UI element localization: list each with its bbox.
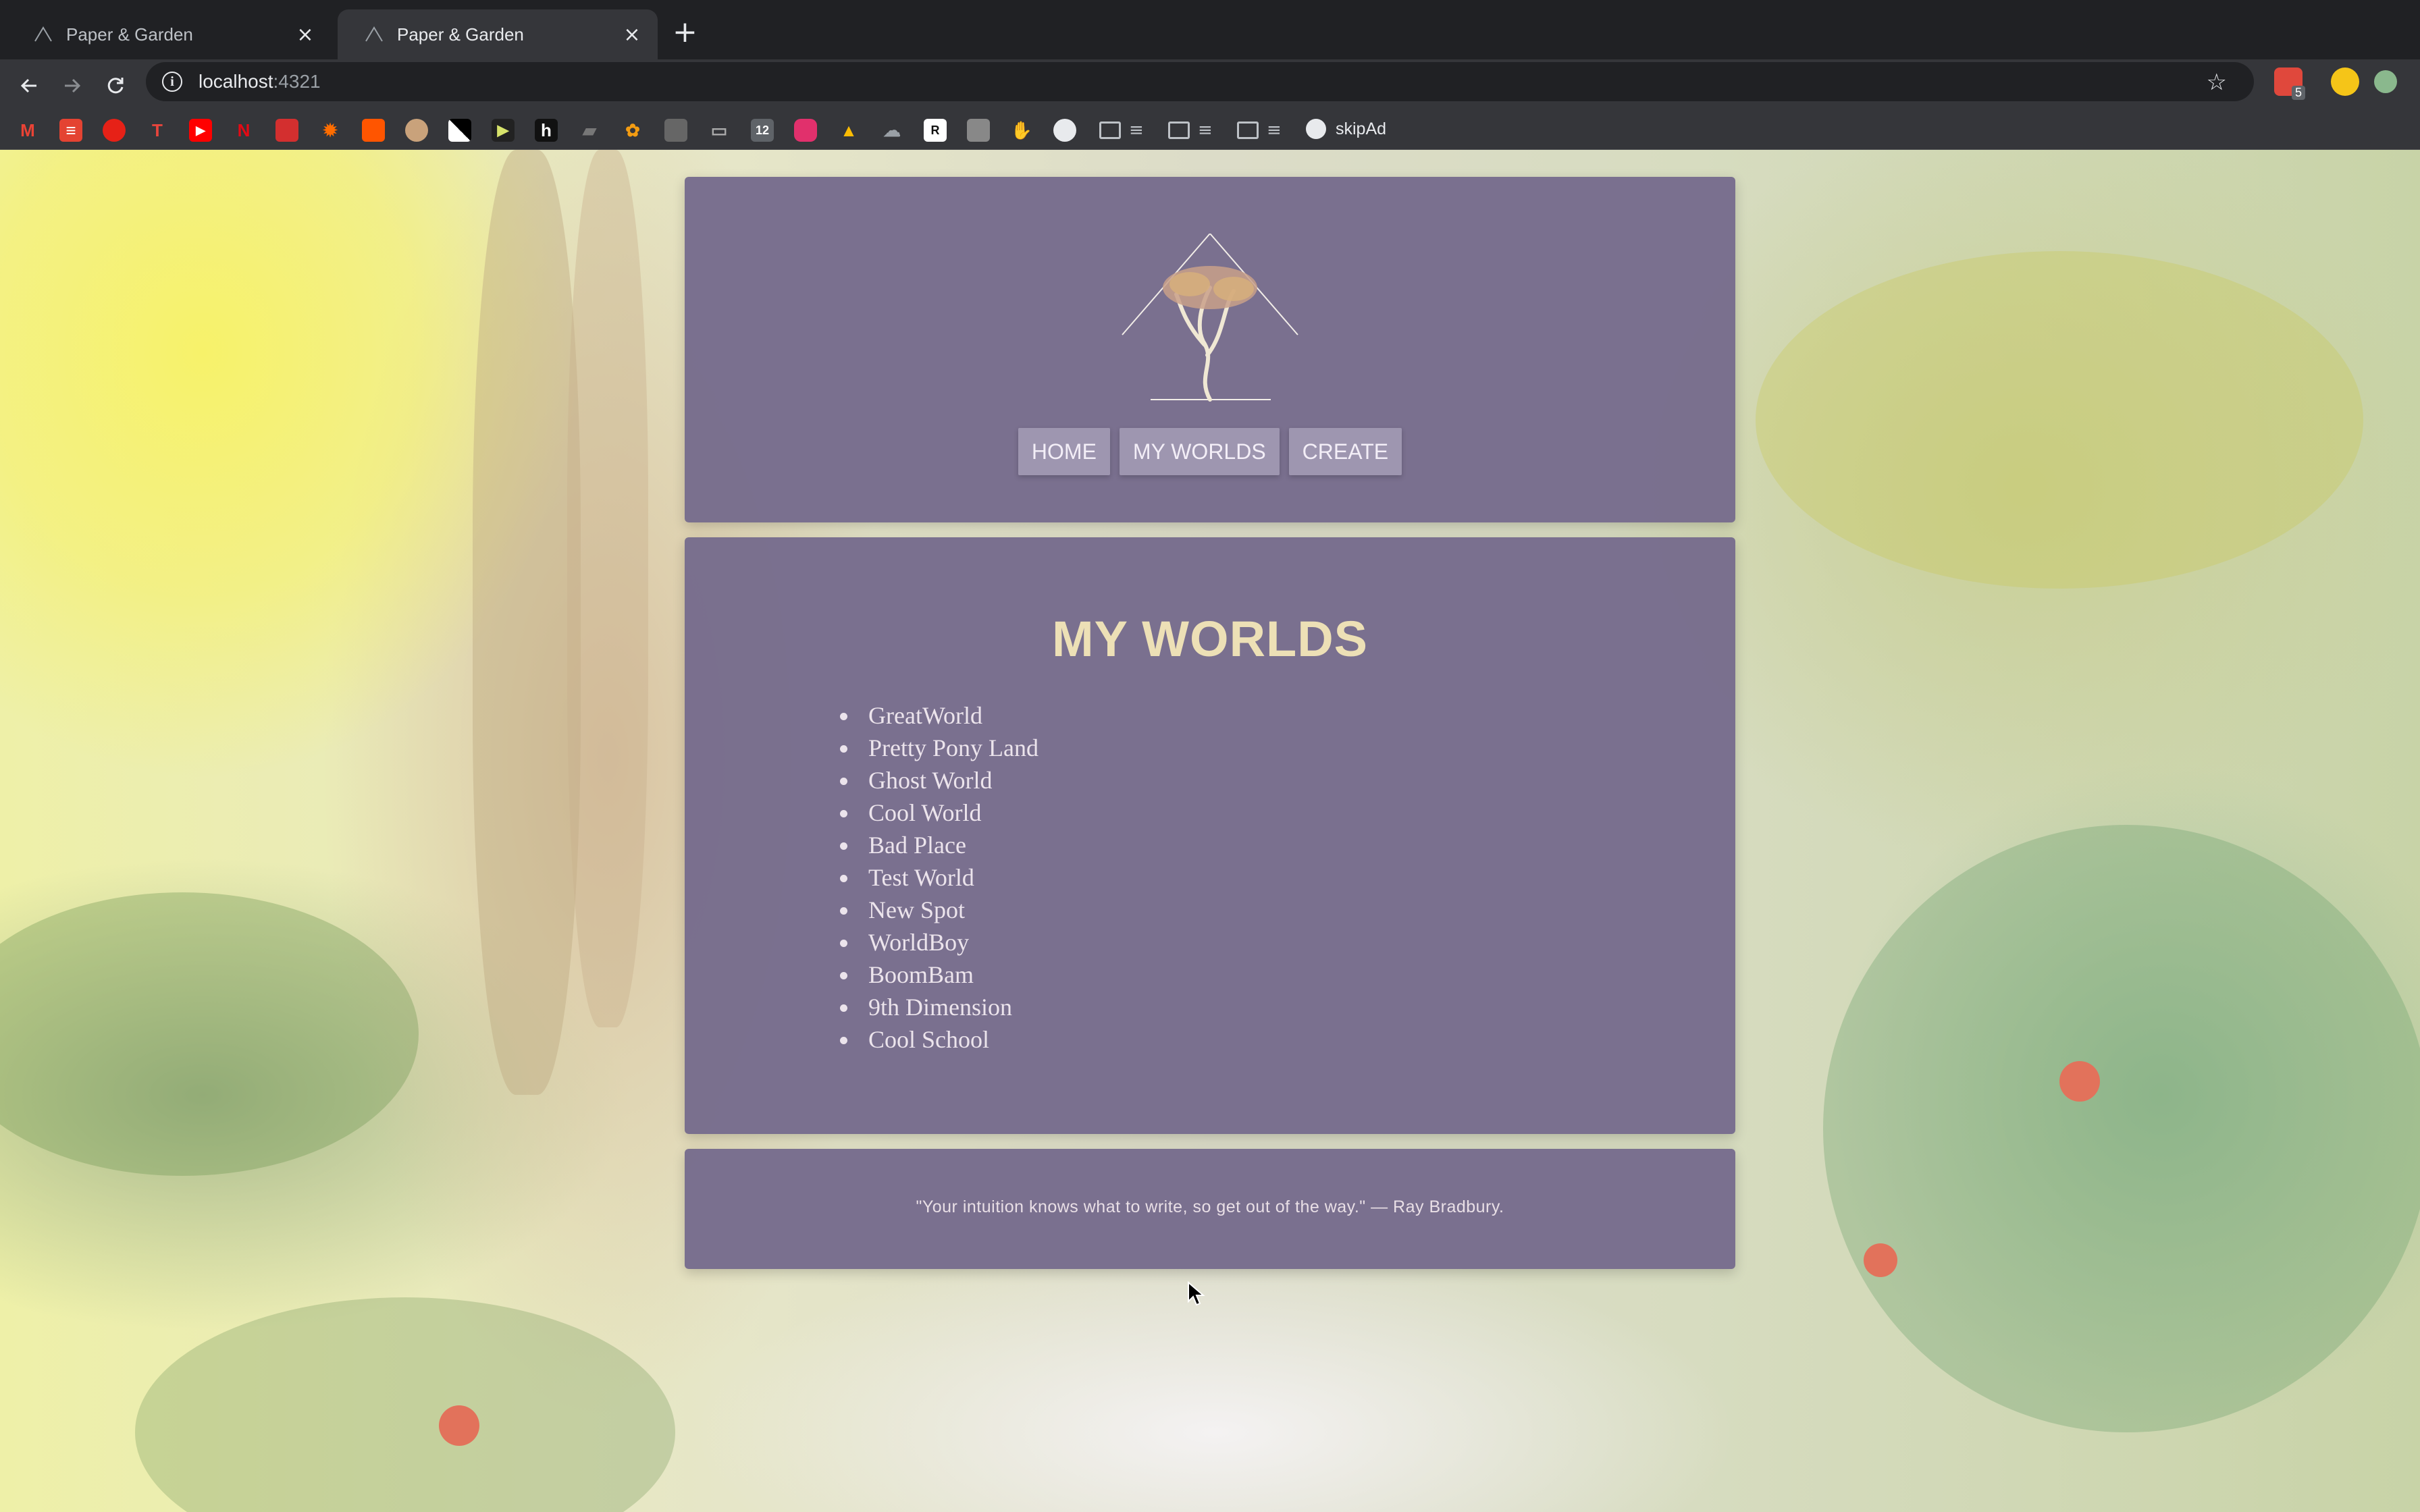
tab-title: Paper & Garden — [397, 24, 524, 45]
background-foliage — [1823, 825, 2420, 1432]
background-berry — [1864, 1243, 1897, 1277]
mouse-cursor-icon — [1188, 1281, 1205, 1306]
page-title: MY WORLDS — [1051, 611, 1369, 667]
world-link[interactable]: Test World — [840, 861, 1038, 894]
youtube-icon[interactable]: ▶ — [189, 119, 212, 142]
lock-extension-icon[interactable] — [2331, 68, 2359, 96]
calendar-12-icon[interactable]: 12 — [751, 119, 774, 142]
world-link[interactable]: New Spot — [840, 894, 1038, 926]
rs-icon[interactable]: R — [924, 119, 947, 142]
todoist-icon[interactable]: ≡ — [59, 119, 82, 142]
tab-strip: Paper & Garden × Paper & Garden × + — [0, 0, 2420, 59]
globe-icon — [1306, 119, 1326, 139]
world-link[interactable]: 9th Dimension — [840, 991, 1038, 1023]
background-berry — [439, 1405, 479, 1446]
checker-icon[interactable] — [448, 119, 471, 142]
back-arrow-icon[interactable] — [14, 70, 45, 101]
tree-favicon-icon — [34, 26, 52, 42]
bookmark-folder-2[interactable]: ≡ — [1168, 120, 1213, 140]
address-bar[interactable]: i localhost:4321 ☆ — [146, 62, 2254, 101]
t-icon[interactable]: T — [146, 119, 169, 142]
extension-badge: 5 — [2291, 86, 2305, 100]
stripe-icon[interactable]: ▰ — [578, 119, 601, 142]
page-viewport: HOME MY WORLDS CREATE MY WORLDS GreatWor… — [0, 150, 2420, 1512]
close-tab-icon[interactable]: × — [293, 23, 317, 47]
todoist-extension-icon[interactable]: 5 — [2274, 68, 2305, 100]
site-footer: "Your intuition knows what to write, so … — [685, 1149, 1735, 1269]
h-icon[interactable]: h — [535, 119, 558, 142]
world-link[interactable]: Bad Place — [840, 829, 1038, 861]
nav-home[interactable]: HOME — [1018, 428, 1110, 475]
url-text: localhost:4321 — [199, 71, 321, 92]
forward-arrow-icon[interactable] — [57, 70, 88, 101]
netflix-icon[interactable]: N — [232, 119, 255, 142]
background-foliage — [135, 1297, 675, 1512]
bookmark-folder-1[interactable]: ≡ — [1099, 120, 1144, 140]
main-nav: HOME MY WORLDS CREATE — [685, 428, 1735, 475]
world-link[interactable]: BoomBam — [840, 959, 1038, 991]
browser-tab-1[interactable]: Paper & Garden × — [7, 9, 331, 59]
paint-icon[interactable]: ✿ — [621, 119, 644, 142]
settings-sun-icon[interactable]: ✹ — [319, 119, 342, 142]
background-foliage — [1756, 251, 2363, 589]
nav-my-worlds[interactable]: MY WORLDS — [1119, 428, 1280, 475]
gmail-icon[interactable]: M — [16, 119, 39, 142]
update-extension-icon[interactable] — [2374, 70, 2397, 93]
bookmark-star-icon[interactable]: ☆ — [2207, 69, 2227, 96]
background-trunk — [473, 150, 581, 1095]
hand-icon[interactable]: ✋ — [1010, 119, 1033, 142]
drive-icon[interactable]: ▲ — [837, 119, 860, 142]
reload-icon[interactable] — [100, 70, 131, 101]
world-link[interactable]: Cool School — [840, 1023, 1038, 1056]
film-icon[interactable]: ▶ — [492, 119, 515, 142]
tree-logo-icon[interactable] — [1115, 234, 1305, 402]
folder-icon — [1099, 122, 1121, 139]
record-icon[interactable] — [103, 119, 126, 142]
background-foliage — [0, 892, 419, 1176]
github-icon[interactable] — [1053, 119, 1076, 142]
world-link[interactable]: Pretty Pony Land — [840, 732, 1038, 764]
folder-icon — [1168, 122, 1190, 139]
bookmarks-bar: M ≡ T ▶ N ✹ ▶ h ▰ ✿ ▭ 12 ▲ ☁ R ✋ ≡ ≡ ≡ s… — [0, 112, 2420, 150]
worlds-panel: MY WORLDS GreatWorld Pretty Pony Land Gh… — [685, 537, 1735, 1134]
world-link[interactable]: Ghost World — [840, 764, 1038, 796]
footer-quote: "Your intuition knows what to write, so … — [916, 1197, 1504, 1216]
bookmark-folder-3[interactable]: ≡ — [1237, 120, 1282, 140]
bookmark-skipad[interactable]: skipAd — [1306, 119, 1386, 139]
world-link[interactable]: WorldBoy — [840, 926, 1038, 959]
tree-favicon-icon — [365, 26, 383, 42]
site-header: HOME MY WORLDS CREATE — [685, 177, 1735, 522]
puzzle-icon[interactable] — [664, 119, 687, 142]
avatar-icon[interactable] — [405, 119, 428, 142]
nav-create[interactable]: CREATE — [1288, 428, 1402, 475]
world-link[interactable]: GreatWorld — [840, 699, 1038, 732]
browser-tab-2[interactable]: Paper & Garden × — [338, 9, 658, 59]
soundcloud-icon[interactable] — [362, 119, 385, 142]
world-link[interactable]: Cool World — [840, 796, 1038, 829]
new-tab-icon[interactable]: + — [673, 18, 698, 47]
tag-icon[interactable]: ▭ — [708, 119, 731, 142]
cloud-icon[interactable]: ☁ — [880, 119, 903, 142]
close-tab-icon[interactable]: × — [620, 23, 644, 47]
world-list: GreatWorld Pretty Pony Land Ghost World … — [840, 699, 1038, 1056]
acrobat-icon[interactable] — [275, 119, 298, 142]
background-trunk — [567, 150, 648, 1027]
tab-title: Paper & Garden — [66, 24, 193, 45]
site-info-icon[interactable]: i — [162, 72, 182, 92]
background-berry — [2059, 1061, 2100, 1102]
instagram-icon[interactable] — [794, 119, 817, 142]
folder-icon — [1237, 122, 1259, 139]
photo-icon[interactable] — [967, 119, 990, 142]
